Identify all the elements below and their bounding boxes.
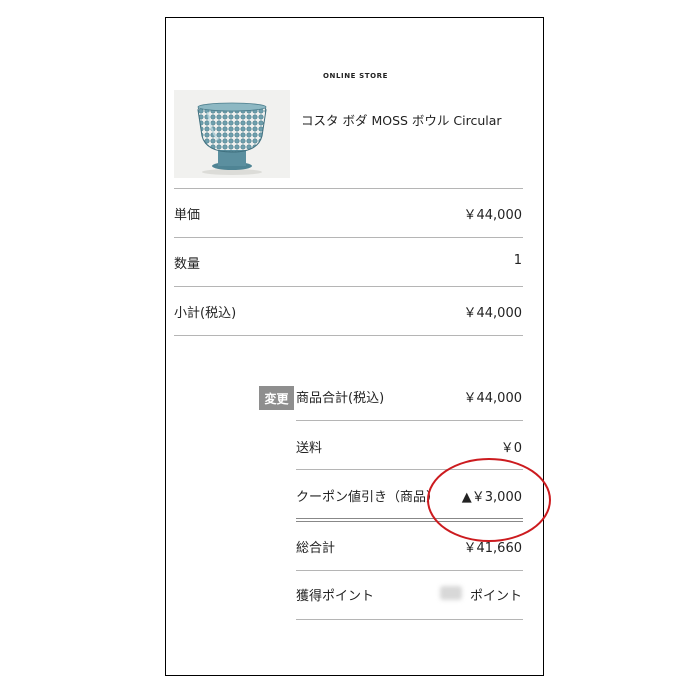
receipt-panel: ONLINE STORE コスタ ボダ MOSS ボウル Circular 単価…	[165, 17, 551, 676]
subtotal-label: 小計(税込)	[174, 306, 237, 321]
unit-price-label: 単価	[174, 208, 201, 223]
product-name[interactable]: コスタ ボダ MOSS ボウル Circular	[301, 110, 502, 129]
quantity-label: 数量	[174, 257, 201, 272]
quantity-value: 1	[513, 253, 522, 268]
divider	[296, 619, 523, 620]
divider	[174, 286, 523, 287]
divider	[174, 188, 523, 189]
redacted-points-value	[440, 586, 462, 600]
divider	[296, 420, 523, 421]
points-value: ポイント	[469, 589, 522, 604]
product-total-value: ￥44,000	[463, 391, 523, 406]
product-total-label: 商品合計(税込)	[296, 391, 385, 406]
divider	[174, 237, 523, 238]
shipping-label: 送料	[296, 441, 323, 456]
divider	[174, 335, 523, 336]
shipping-value: ￥0	[500, 441, 522, 456]
glass-bowl-icon	[197, 102, 267, 175]
product-thumbnail	[174, 90, 290, 178]
highlight-circle	[427, 458, 551, 542]
unit-price-value: ￥44,000	[463, 208, 523, 223]
edit-button[interactable]: 変更	[259, 386, 294, 410]
divider	[296, 570, 523, 571]
grand-total-label: 総合計	[296, 541, 336, 556]
coupon-discount-label: クーポン値引き（商品）	[296, 490, 440, 505]
points-label: 獲得ポイント	[296, 589, 375, 604]
subtotal-value: ￥44,000	[463, 306, 523, 321]
store-title: ONLINE STORE	[322, 72, 389, 80]
